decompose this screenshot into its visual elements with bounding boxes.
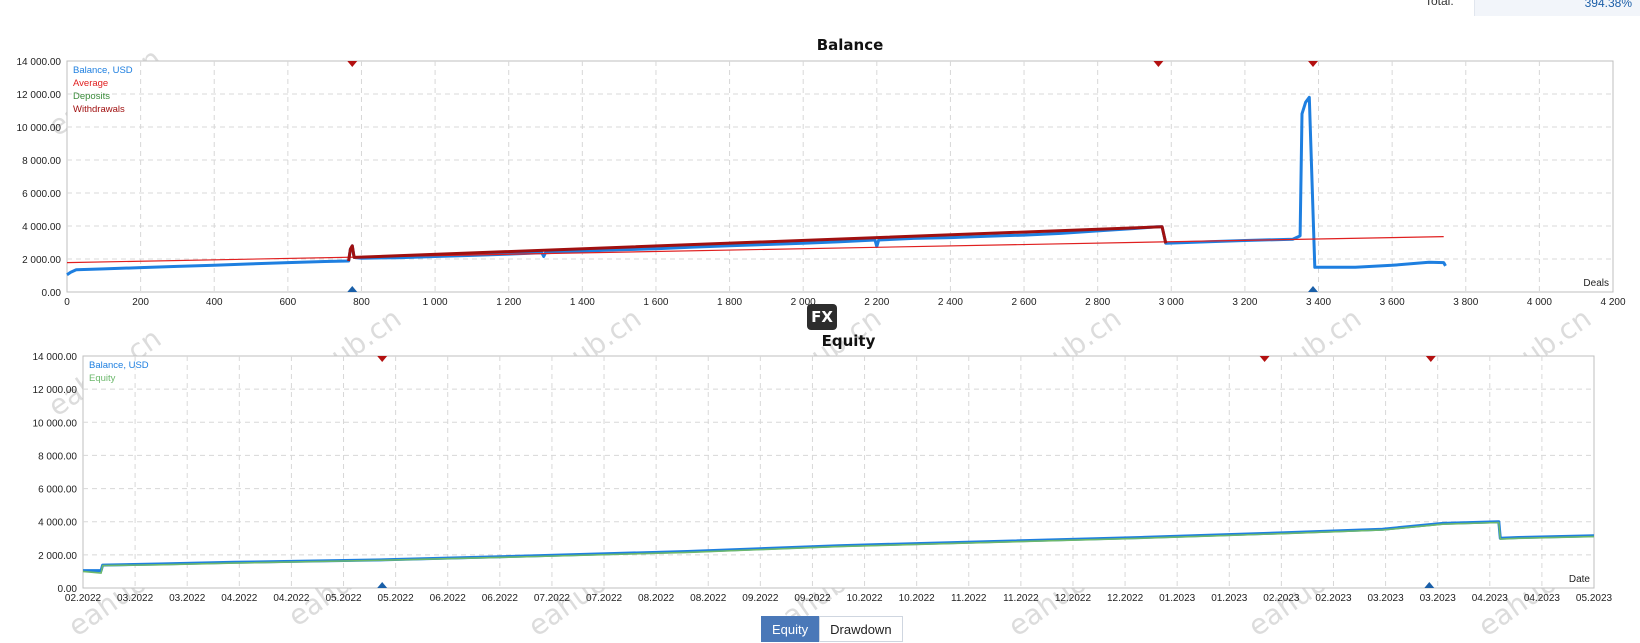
legend-entry: Deposits [73,91,110,102]
chart-tabs: Equity Drawdown [761,616,903,642]
y-tick-label: 10 000.00 [33,418,78,429]
x-tick-label: 3 600 [1380,297,1405,308]
x-tick-label: 03.2022 [169,593,206,604]
x-tick-label: 2 600 [1012,297,1037,308]
y-tick-label: 14 000.00 [17,57,62,68]
y-tick-label: 8 000.00 [22,156,61,167]
x-tick-label: 07.2022 [534,593,571,604]
x-tick-label: 05.2022 [325,593,362,604]
x-tick-label: 01.2023 [1159,593,1196,604]
x-tick-label: 2 800 [1085,297,1110,308]
x-tick-label: 3 800 [1453,297,1478,308]
y-tick-label: 4 000.00 [22,222,61,233]
x-tick-label: 3 000 [1159,297,1184,308]
x-axis-label: Date [1569,574,1591,585]
x-tick-label: 08.2022 [690,593,727,604]
tab-equity[interactable]: Equity [761,616,820,642]
y-tick-label: 12 000.00 [17,90,62,101]
x-tick-label: 2 200 [864,297,889,308]
fx-logo-icon: FX [807,304,837,330]
y-tick-label: 12 000.00 [33,385,78,396]
x-tick-label: 09.2022 [742,593,779,604]
y-tick-label: 2 000.00 [22,255,61,266]
x-tick-label: 07.2022 [586,593,623,604]
x-tick-label: 09.2022 [794,593,831,604]
x-tick-label: 1 600 [643,297,668,308]
y-tick-label: 2 000.00 [38,551,77,562]
x-tick-label: 11.2022 [951,593,987,604]
chart-title: Balance [817,36,884,54]
x-tick-label: 06.2022 [482,593,519,604]
y-tick-label: 0.00 [42,288,62,299]
plot-area [66,60,1614,293]
x-tick-label: 02.2023 [1315,593,1352,604]
chart-title: Equity [822,332,876,350]
x-tick-label: 12.2022 [1055,593,1092,604]
y-tick-label: 8 000.00 [38,451,77,462]
x-tick-label: 11.2022 [1003,593,1039,604]
plot-area [82,355,1595,589]
x-tick-label: 200 [132,297,149,308]
x-tick-label: 05.2023 [1576,593,1613,604]
x-tick-label: 10.2022 [846,593,883,604]
x-tick-label: 04.2023 [1524,593,1561,604]
x-tick-label: 02.2022 [65,593,102,604]
legend-entry: Balance, USD [73,65,133,76]
x-tick-label: 03.2023 [1368,593,1405,604]
x-tick-label: 02.2023 [1263,593,1300,604]
y-tick-label: 14 000.00 [33,352,78,363]
x-axis-label: Deals [1583,278,1609,289]
x-tick-label: 10.2022 [899,593,936,604]
x-tick-label: 600 [280,297,297,308]
x-tick-label: 03.2023 [1420,593,1457,604]
legend-entry: Average [73,78,108,89]
x-tick-label: 12.2022 [1107,593,1144,604]
x-tick-label: 1 400 [570,297,595,308]
x-tick-label: 1 800 [717,297,742,308]
legend-entry: Equity [89,373,116,384]
y-tick-label: 4 000.00 [38,518,77,529]
x-tick-label: 08.2022 [638,593,675,604]
x-tick-label: 1 000 [423,297,448,308]
x-tick-label: 3 200 [1232,297,1257,308]
x-tick-label: 4 200 [1600,297,1625,308]
y-tick-label: 6 000.00 [38,485,77,496]
x-tick-label: 4 000 [1527,297,1552,308]
legend-entry: Balance, USD [89,360,149,371]
x-tick-label: 400 [206,297,223,308]
y-tick-label: 6 000.00 [22,189,61,200]
x-tick-label: 01.2023 [1211,593,1248,604]
x-tick-label: 03.2022 [117,593,154,604]
x-tick-label: 04.2022 [221,593,258,604]
x-tick-label: 0 [64,297,70,308]
x-tick-label: 04.2023 [1472,593,1509,604]
tab-drawdown[interactable]: Drawdown [819,616,903,642]
y-tick-label: 10 000.00 [17,123,62,134]
x-tick-label: 04.2022 [273,593,310,604]
x-tick-label: 2 400 [938,297,963,308]
x-tick-label: 06.2022 [430,593,467,604]
x-tick-label: 1 200 [496,297,521,308]
x-tick-label: 05.2022 [378,593,415,604]
legend-entry: Withdrawals [73,104,125,115]
x-tick-label: 3 400 [1306,297,1331,308]
x-tick-label: 800 [353,297,370,308]
